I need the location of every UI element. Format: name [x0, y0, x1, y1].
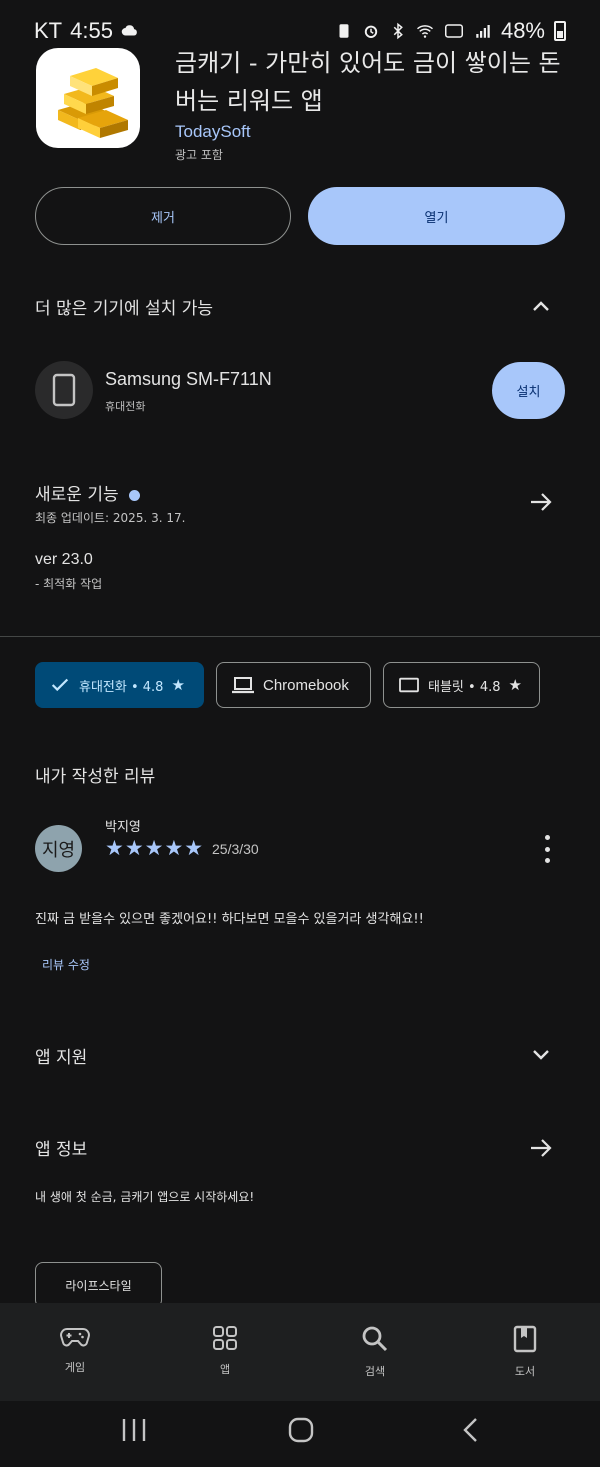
nav-books-label: 도서: [514, 1365, 536, 1378]
book-icon: [513, 1325, 537, 1353]
app-info-title[interactable]: 앱 정보: [35, 1135, 87, 1160]
review-body: 진짜 금 받을수 있으면 좋겠어요!! 하다보면 모을수 있을거라 생각해요!!: [35, 912, 424, 927]
nav-search[interactable]: 검색: [320, 1303, 430, 1401]
more-options-icon[interactable]: [539, 835, 555, 863]
version-label: ver 23.0: [35, 551, 93, 568]
gold-bars-icon: [58, 68, 128, 138]
star-icon: ★: [171, 676, 185, 694]
laptop-icon: [232, 677, 254, 694]
chip-chromebook[interactable]: Chromebook: [216, 662, 371, 708]
rating-stars: ★★★★★: [105, 836, 205, 860]
wifi-icon: [416, 25, 433, 38]
device-type: 휴대전화: [105, 400, 146, 413]
app-support-title[interactable]: 앱 지원: [35, 1043, 87, 1068]
chip-chromebook-label: Chromebook: [263, 676, 349, 694]
chip-tablet[interactable]: 태블릿 • 4.8 ★: [383, 662, 540, 708]
chip-phone-label: 휴대전화 • 4.8: [79, 679, 164, 695]
app-icon: [36, 48, 140, 148]
version-note: - 최적화 작업: [35, 577, 103, 591]
open-button[interactable]: 열기: [308, 187, 565, 245]
last-updated: 최종 업데이트: 2025. 3. 17.: [35, 511, 186, 525]
chip-tablet-label: 태블릿 • 4.8: [428, 679, 501, 695]
chevron-up-icon[interactable]: [529, 294, 553, 318]
search-icon: [362, 1326, 388, 1352]
carrier-label: KT: [34, 18, 63, 43]
ads-notice: 광고 포함: [175, 148, 223, 162]
device-name: Samsung SM-F711N: [105, 369, 272, 389]
gamepad-icon: [60, 1328, 90, 1347]
edit-review-link[interactable]: 리뷰 수정: [42, 956, 90, 973]
developer-link[interactable]: TodaySoft: [175, 122, 251, 142]
battery-saver-icon: [339, 24, 349, 38]
home-icon[interactable]: [288, 1417, 314, 1443]
arrow-right-icon[interactable]: [529, 490, 553, 514]
nav-books[interactable]: 도서: [470, 1303, 580, 1401]
review-date: 25/3/30: [212, 841, 259, 857]
nav-search-label: 검색: [364, 1365, 386, 1378]
cloud-sync-icon: [121, 25, 137, 36]
alarm-icon: [364, 25, 378, 38]
check-icon: [51, 678, 69, 692]
phone-icon: [52, 373, 76, 407]
apps-grid-icon: [213, 1326, 237, 1350]
category-tag[interactable]: 라이프스타일: [35, 1262, 162, 1308]
nav-games-label: 게임: [64, 1361, 86, 1374]
nav-apps[interactable]: 앱: [170, 1303, 280, 1401]
back-icon[interactable]: [460, 1417, 480, 1443]
device-avatar: [35, 361, 93, 419]
status-right: 48%: [335, 18, 566, 44]
section-divider: [0, 636, 600, 637]
new-indicator-dot: [128, 489, 140, 501]
nav-games[interactable]: 게임: [20, 1303, 130, 1401]
star-icon: ★: [508, 676, 522, 694]
whats-new-title: 새로운 기능: [35, 485, 119, 505]
app-tagline: 내 생애 첫 순금, 금캐기 앱으로 시작하세요!: [35, 1190, 255, 1204]
avatar: 지영: [35, 825, 82, 872]
my-review-title: 내가 작성한 리뷰: [35, 767, 156, 787]
nav-apps-label: 앱: [219, 1363, 231, 1376]
status-left: KT 4:55: [34, 18, 139, 44]
install-button[interactable]: 설치: [492, 362, 565, 419]
battery-percent: 48%: [500, 18, 545, 43]
battery-icon: [554, 21, 566, 41]
clock: 4:55: [70, 18, 113, 43]
system-nav-bar: [0, 1401, 600, 1467]
signal-icon: [476, 25, 490, 38]
remove-button[interactable]: 제거: [35, 187, 291, 245]
hd-voice-icon: [444, 24, 463, 38]
bluetooth-icon: [393, 22, 403, 40]
app-title: 금캐기 - 가만히 있어도 금이 쌓이는 돈버는 리워드 앱: [175, 49, 561, 115]
tablet-icon: [399, 677, 419, 693]
chevron-down-icon[interactable]: [529, 1043, 553, 1067]
more-devices-title: 더 많은 기기에 설치 가능: [35, 299, 214, 319]
chip-phone[interactable]: 휴대전화 • 4.8 ★: [35, 662, 204, 708]
whats-new-header[interactable]: 새로운 기능: [35, 480, 140, 505]
reviewer-name: 박지영: [105, 820, 141, 835]
recent-apps-icon[interactable]: [120, 1417, 148, 1443]
bottom-nav: 게임 앱 검색 도서: [0, 1303, 600, 1401]
arrow-right-icon[interactable]: [529, 1136, 553, 1160]
